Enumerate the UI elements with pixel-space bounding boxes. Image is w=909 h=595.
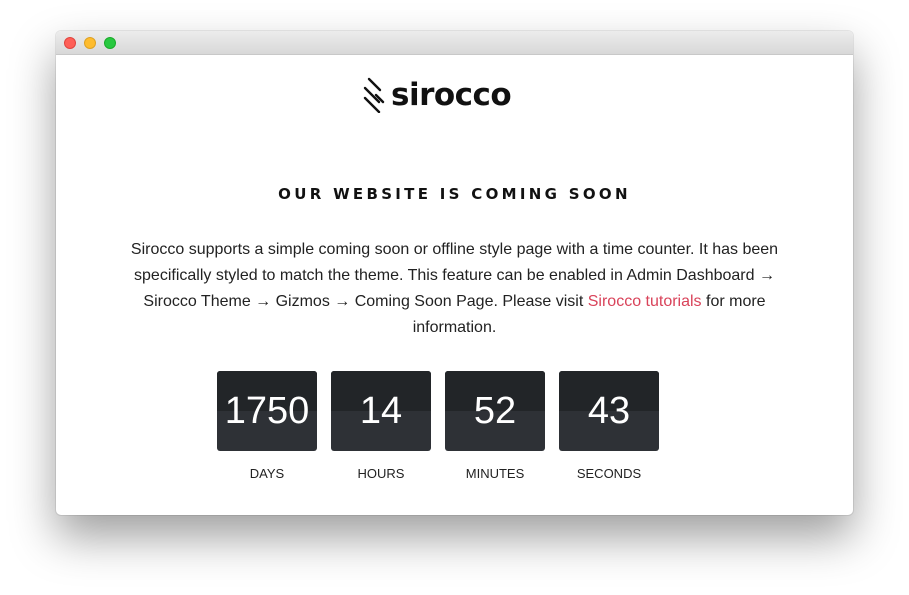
countdown-minutes-label: MINUTES	[465, 466, 525, 481]
maximize-window-button[interactable]	[104, 37, 116, 49]
minimize-window-button[interactable]	[84, 37, 96, 49]
countdown-seconds-value: 43	[587, 390, 631, 432]
browser-window: sirocco OUR WEBSITE IS COMING SOON Siroc…	[56, 31, 853, 515]
countdown-minutes-box: 52	[445, 371, 545, 451]
close-window-button[interactable]	[64, 37, 76, 49]
page-description: Sirocco supports a simple coming soon or…	[106, 237, 803, 341]
site-logo[interactable]: sirocco	[362, 77, 512, 113]
countdown-seconds-box: 43	[559, 371, 659, 451]
countdown-days: 1750 DAYS	[217, 371, 317, 481]
sirocco-wind-lines-icon	[363, 77, 385, 113]
logo-text: sirocco	[391, 77, 512, 113]
page-heading: OUR WEBSITE IS COMING SOON	[278, 185, 631, 203]
title-bar	[56, 31, 853, 55]
countdown-days-label: DAYS	[249, 466, 285, 481]
countdown-days-value: 1750	[224, 390, 310, 432]
countdown-hours-value: 14	[359, 390, 403, 432]
countdown-days-box: 1750	[217, 371, 317, 451]
countdown-minutes: 52 MINUTES	[445, 371, 545, 481]
countdown-hours: 14 HOURS	[331, 371, 431, 481]
sirocco-tutorials-link[interactable]: Sirocco tutorials	[588, 293, 702, 310]
countdown-seconds: 43 SECONDS	[559, 371, 659, 481]
countdown-minutes-value: 52	[473, 390, 517, 432]
countdown-hours-box: 14	[331, 371, 431, 451]
countdown-seconds-label: SECONDS	[576, 466, 642, 481]
countdown-hours-label: HOURS	[357, 466, 405, 481]
